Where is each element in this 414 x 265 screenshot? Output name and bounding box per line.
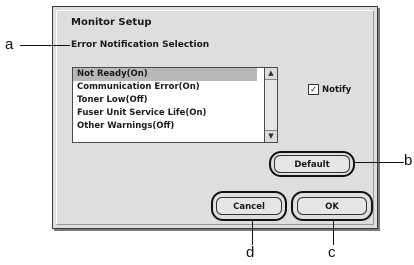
scroll-down-arrow-icon[interactable]: ▼ <box>265 130 277 142</box>
callout-a-leader <box>20 45 70 46</box>
dialog-title: Monitor Setup <box>71 17 152 28</box>
callout-d-label: d <box>246 244 255 261</box>
list-item[interactable]: Other Warnings(Off) <box>73 120 257 133</box>
monitor-setup-dialog: Monitor Setup Error Notification Selecti… <box>52 6 378 229</box>
list-item[interactable]: Not Ready(On) <box>73 68 257 81</box>
callout-b-label: b <box>404 152 413 169</box>
callout-c-label: c <box>328 244 336 261</box>
callout-b-leader <box>354 162 404 163</box>
list-item[interactable]: Communication Error(On) <box>73 81 257 94</box>
notify-checkbox-group[interactable]: ✓ Notify <box>308 84 351 95</box>
notify-checkbox[interactable]: ✓ <box>308 84 319 95</box>
list-item[interactable]: Toner Low(Off) <box>73 94 257 107</box>
notify-label: Notify <box>322 84 352 95</box>
cancel-button[interactable]: Cancel <box>216 197 282 215</box>
default-button[interactable]: Default <box>274 155 350 173</box>
list-scrollbar[interactable]: ▲ ▼ <box>264 68 277 142</box>
error-notification-label: Error Notification Selection <box>71 40 210 50</box>
callout-d-leader <box>252 221 253 245</box>
scroll-up-arrow-icon[interactable]: ▲ <box>265 68 277 80</box>
callout-c-leader <box>333 221 334 245</box>
list-item[interactable]: Fuser Unit Service Life(On) <box>73 107 257 120</box>
ok-button[interactable]: OK <box>297 197 367 215</box>
callout-a-label: a <box>5 36 14 53</box>
error-notification-list[interactable]: Not Ready(On) Communication Error(On) To… <box>72 67 278 143</box>
